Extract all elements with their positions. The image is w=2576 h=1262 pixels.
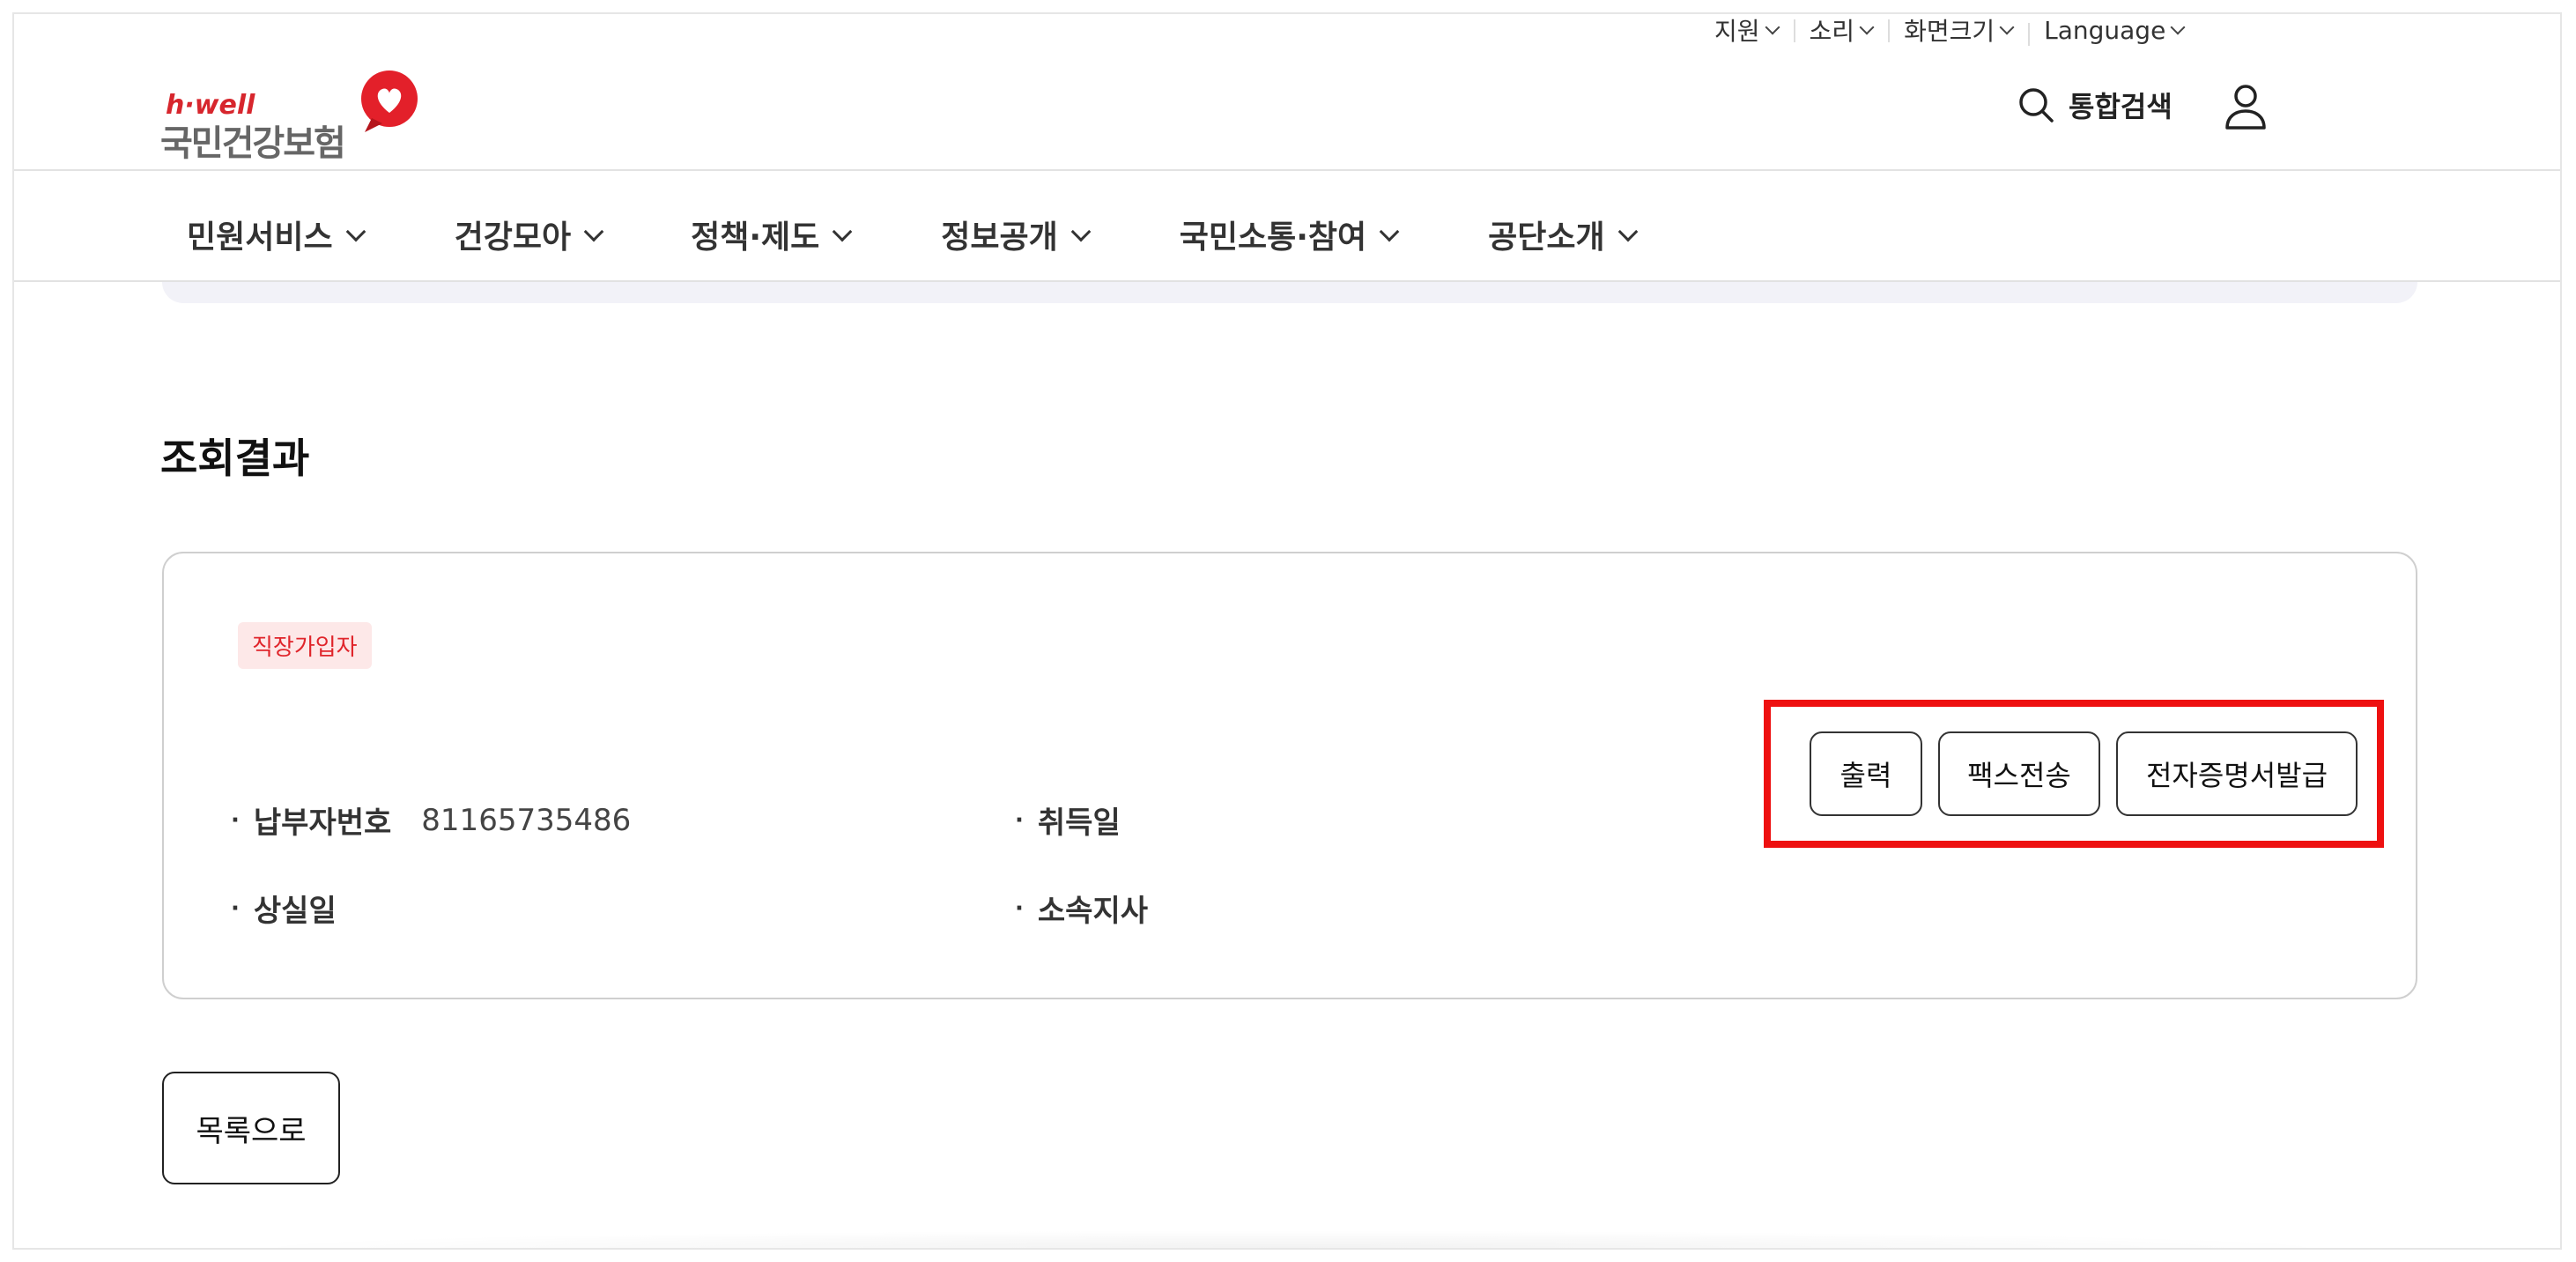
chevron-down-icon <box>1617 221 1638 242</box>
branch-label: 소속지사 <box>1037 894 1149 929</box>
nav-info-disclosure[interactable]: 정보공개 <box>941 212 1092 257</box>
action-buttons-highlight: 출력 팩스전송 전자증명서발급 <box>1764 700 2384 848</box>
payer-number-value: 81165735486 <box>421 802 632 838</box>
nav-communication[interactable]: 국민소통·참여 <box>1179 212 1400 257</box>
member-type-badge: 직장가입자 <box>238 622 372 669</box>
bullet-icon: · <box>231 806 240 834</box>
chevron-down-icon <box>583 221 604 242</box>
main-navigation: 민원서비스 건강모아 정책·제도 정보공개 국민소통·참여 공단소개 <box>187 212 1638 257</box>
bullet-icon: · <box>1015 806 1024 834</box>
chevron-down-icon <box>832 221 853 242</box>
fax-send-button[interactable]: 팩스전송 <box>1938 731 2100 816</box>
nav-civil-service-label: 민원서비스 <box>187 219 333 256</box>
nav-communication-label: 국민소통·참여 <box>1179 219 1367 256</box>
nav-policy[interactable]: 정책·제도 <box>691 212 853 257</box>
acquire-date-row: · 취득일 <box>1015 798 1121 842</box>
utility-language[interactable]: Language <box>2028 15 2199 46</box>
chevron-down-icon <box>345 221 366 242</box>
nav-about[interactable]: 공단소개 <box>1488 212 1638 257</box>
utility-sound[interactable]: 소리 <box>1793 14 1889 48</box>
chevron-down-icon <box>1379 221 1400 242</box>
branch-row: · 소속지사 <box>1015 887 1148 930</box>
user-icon[interactable] <box>2224 83 2268 130</box>
acquire-date-label: 취득일 <box>1037 805 1121 841</box>
site-logo[interactable]: h·well 국민건강보험 <box>160 58 433 164</box>
utility-sound-label: 소리 <box>1809 17 1855 46</box>
back-to-list-button[interactable]: 목록으로 <box>162 1072 340 1184</box>
e-certificate-button[interactable]: 전자증명서발급 <box>2116 731 2358 816</box>
nav-health-moa[interactable]: 건강모아 <box>454 212 604 257</box>
bullet-icon: · <box>1015 895 1024 922</box>
chevron-down-icon <box>1999 19 2015 35</box>
chevron-down-icon <box>2170 19 2186 35</box>
loss-date-row: · 상실일 <box>231 887 337 930</box>
utility-bar: 지원 소리 화면크기 Language <box>1699 14 2199 48</box>
print-button[interactable]: 출력 <box>1810 731 1922 816</box>
utility-support[interactable]: 지원 <box>1699 14 1794 48</box>
nav-policy-label: 정책·제도 <box>691 219 820 256</box>
nav-about-label: 공단소개 <box>1488 219 1605 256</box>
utility-screen-size[interactable]: 화면크기 <box>1888 14 2028 48</box>
nav-info-disclosure-label: 정보공개 <box>941 219 1058 256</box>
search-icon <box>2019 88 2054 122</box>
integrated-search-button[interactable]: 통합검색 <box>2017 85 2173 125</box>
search-area-bottom-edge <box>162 282 2417 303</box>
chevron-down-icon <box>1859 19 1875 35</box>
nav-health-moa-label: 건강모아 <box>454 219 572 256</box>
page-frame: 지원 소리 화면크기 Language h·well 국민건강보험 통합검색 민… <box>12 12 2562 1250</box>
nav-civil-service[interactable]: 민원서비스 <box>187 212 366 257</box>
result-card: 직장가입자 · 납부자번호 81165735486 · 취득일 · 상실일 · … <box>162 552 2417 999</box>
loss-date-label: 상실일 <box>253 894 337 929</box>
payer-number-row: · 납부자번호 81165735486 <box>231 798 631 842</box>
chevron-down-icon <box>1070 221 1092 242</box>
chevron-down-icon <box>1765 19 1780 35</box>
footer-shadow <box>226 1230 2358 1248</box>
page-title: 조회결과 <box>160 434 310 482</box>
utility-screen-size-label: 화면크기 <box>1904 17 1995 46</box>
bullet-icon: · <box>231 895 240 922</box>
payer-number-label: 납부자번호 <box>253 805 392 841</box>
heart-bubble-icon <box>361 71 418 132</box>
header-divider <box>14 169 2560 171</box>
logo-main-text: 국민건강보험 <box>160 123 346 164</box>
utility-language-label: Language <box>2044 15 2166 45</box>
search-label: 통합검색 <box>2069 90 2173 123</box>
utility-support-label: 지원 <box>1714 17 1760 46</box>
